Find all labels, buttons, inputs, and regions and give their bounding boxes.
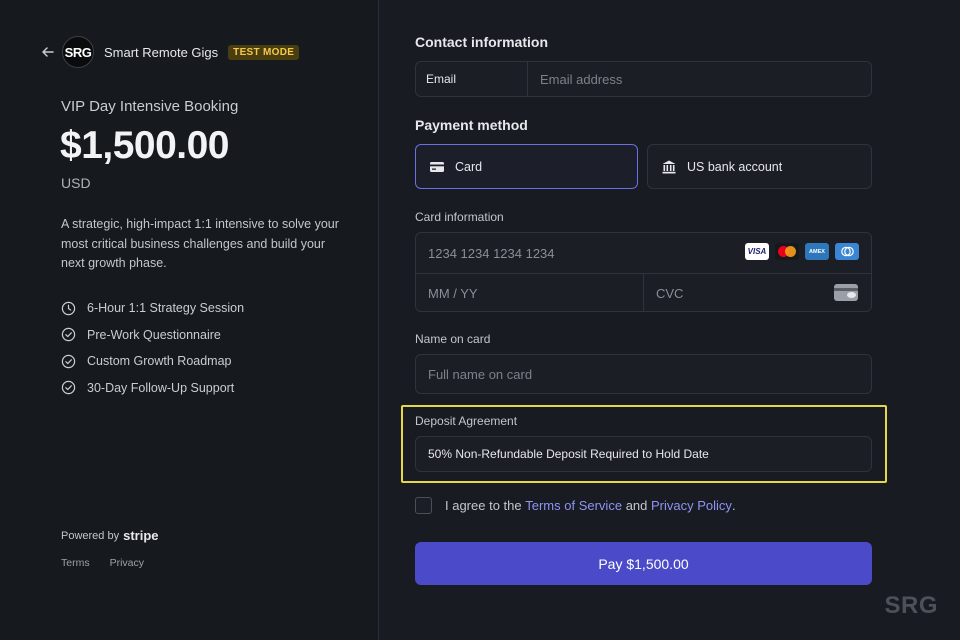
feature-item: 6-Hour 1:1 Strategy Session bbox=[61, 295, 244, 322]
terms-agreement: I agree to the Terms of Service and Priv… bbox=[415, 497, 736, 514]
agree-suffix: . bbox=[731, 498, 736, 513]
order-summary-panel: SRG Smart Remote Gigs TEST MODE VIP Day … bbox=[0, 0, 379, 640]
deposit-agreement-label: Deposit Agreement bbox=[415, 414, 518, 428]
credit-card-icon bbox=[430, 161, 444, 172]
card-information-field: 1234 1234 1234 1234 VISA AMEX MM / YY CV… bbox=[415, 232, 872, 312]
feature-list: 6-Hour 1:1 Strategy Session Pre-Work Que… bbox=[61, 295, 244, 401]
srg-watermark: SRG bbox=[884, 592, 938, 619]
merchant-logo[interactable]: SRG bbox=[62, 36, 94, 68]
merchant-header: SRG Smart Remote Gigs TEST MODE bbox=[40, 36, 300, 68]
feature-item: 30-Day Follow-Up Support bbox=[61, 375, 244, 402]
diners-club-icon bbox=[835, 243, 859, 260]
terms-link[interactable]: Terms bbox=[61, 557, 90, 569]
visa-icon: VISA bbox=[745, 243, 769, 260]
email-field[interactable]: Email Email address bbox=[415, 61, 872, 97]
name-on-card-input[interactable]: Full name on card bbox=[415, 354, 872, 394]
card-field-divider bbox=[643, 273, 644, 311]
amex-icon: AMEX bbox=[805, 243, 829, 260]
powered-by-label: Powered by bbox=[61, 529, 120, 542]
price-currency: USD bbox=[61, 175, 91, 191]
mastercard-icon bbox=[775, 243, 799, 260]
check-circle-icon bbox=[61, 381, 76, 395]
product-price: $1,500.00 bbox=[60, 124, 230, 167]
terms-checkbox[interactable] bbox=[415, 497, 432, 514]
footer-links: Terms Privacy bbox=[61, 557, 144, 569]
cvc-card-icon bbox=[834, 284, 858, 301]
product-name: VIP Day Intensive Booking bbox=[61, 98, 239, 115]
email-input[interactable]: Email address bbox=[528, 72, 871, 87]
name-on-card-label: Name on card bbox=[415, 332, 491, 346]
email-label: Email bbox=[416, 62, 528, 96]
terms-of-service-link[interactable]: Terms of Service bbox=[525, 498, 622, 513]
payment-method-title: Payment method bbox=[415, 117, 528, 133]
privacy-link[interactable]: Privacy bbox=[110, 557, 144, 569]
privacy-policy-link[interactable]: Privacy Policy bbox=[651, 498, 732, 513]
bank-icon bbox=[662, 160, 676, 173]
agree-and: and bbox=[625, 498, 648, 513]
pay-button[interactable]: Pay $1,500.00 bbox=[415, 542, 872, 585]
feature-label: 30-Day Follow-Up Support bbox=[87, 380, 235, 395]
feature-label: Custom Growth Roadmap bbox=[87, 354, 232, 369]
check-circle-icon bbox=[61, 354, 76, 368]
expiry-input[interactable]: MM / YY bbox=[428, 273, 478, 313]
payment-method-card-label: Card bbox=[455, 159, 483, 174]
check-circle-icon bbox=[61, 328, 76, 342]
deposit-agreement-field[interactable]: 50% Non-Refundable Deposit Required to H… bbox=[415, 436, 872, 472]
payment-method-bank-label: US bank account bbox=[687, 159, 783, 174]
cvc-input[interactable]: CVC bbox=[656, 273, 683, 313]
card-information-label: Card information bbox=[415, 210, 504, 224]
clock-icon bbox=[61, 301, 76, 315]
test-mode-badge: TEST MODE bbox=[228, 44, 300, 60]
contact-information-title: Contact information bbox=[415, 34, 548, 50]
card-brand-logos: VISA AMEX bbox=[745, 243, 859, 260]
feature-label: 6-Hour 1:1 Strategy Session bbox=[87, 301, 245, 316]
back-arrow-icon[interactable] bbox=[40, 44, 56, 60]
card-number-input[interactable]: 1234 1234 1234 1234 bbox=[428, 233, 555, 273]
product-description: A strategic, high-impact 1:1 intensive t… bbox=[61, 217, 339, 270]
feature-item: Custom Growth Roadmap bbox=[61, 348, 244, 375]
payment-method-card[interactable]: Card bbox=[415, 144, 638, 189]
feature-item: Pre-Work Questionnaire bbox=[61, 322, 244, 349]
powered-by-stripe[interactable]: Powered by stripe bbox=[61, 528, 159, 543]
feature-label: Pre-Work Questionnaire bbox=[87, 327, 221, 342]
stripe-logo[interactable]: stripe bbox=[123, 528, 158, 543]
merchant-name[interactable]: Smart Remote Gigs bbox=[104, 45, 218, 60]
payment-method-bank[interactable]: US bank account bbox=[647, 144, 872, 189]
agree-prefix: I agree to the bbox=[445, 498, 522, 513]
